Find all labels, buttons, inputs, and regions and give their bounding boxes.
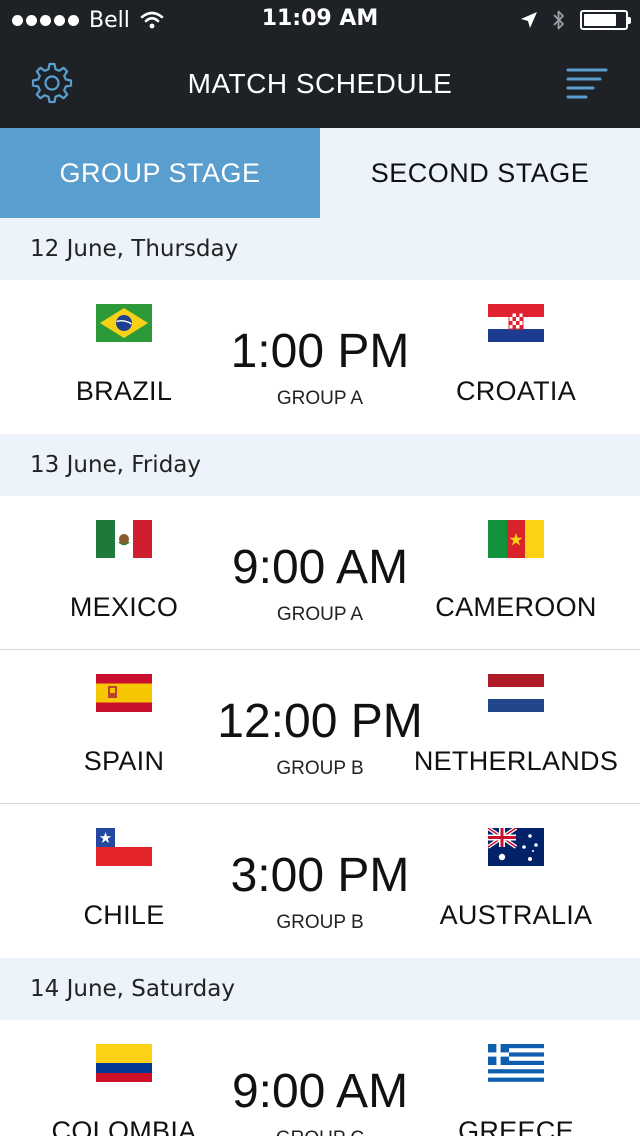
- match-row[interactable]: SPAIN 12:00 PM GROUP B NETHERLANDS: [0, 650, 640, 804]
- brazil-flag-icon: [96, 304, 152, 342]
- match-row[interactable]: COLOMBIA 9:00 AM GROUP C GREECE: [0, 1020, 640, 1136]
- mexico-flag-icon: [96, 520, 152, 558]
- match-list[interactable]: 12 June, Thursday BRAZIL 1:00 PM GROUP A: [0, 218, 640, 1136]
- australia-flag-icon: [488, 828, 544, 866]
- team-name: GREECE: [458, 1116, 574, 1136]
- tab-group-stage[interactable]: GROUP STAGE: [0, 128, 320, 218]
- chile-flag-icon: [96, 828, 152, 866]
- battery-level: [584, 14, 616, 26]
- status-bar: Bell 11:09 AM: [0, 0, 640, 40]
- away-team: CAMEROON: [406, 496, 626, 650]
- greece-flag-icon: [488, 1044, 544, 1082]
- croatia-flag-icon: [488, 304, 544, 342]
- colombia-flag-icon: [96, 1044, 152, 1082]
- battery-icon: [580, 10, 631, 30]
- stage-tabs: GROUP STAGE SECOND STAGE: [0, 128, 640, 218]
- team-name: CROATIA: [455, 376, 577, 406]
- netherlands-flag-icon: [488, 674, 544, 712]
- match-row[interactable]: MEXICO 9:00 AM GROUP A CAMEROON: [0, 496, 640, 650]
- away-team: NETHERLANDS: [406, 650, 626, 804]
- tab-second-stage[interactable]: SECOND STAGE: [320, 128, 640, 218]
- match-row[interactable]: BRAZIL 1:00 PM GROUP A CROATIA: [0, 280, 640, 434]
- match-row[interactable]: CHILE 3:00 PM GROUP B AUSTRALIA: [0, 804, 640, 958]
- date-header: 13 June, Friday: [0, 434, 640, 496]
- nav-bar: MATCH SCHEDULE: [0, 40, 640, 128]
- away-team: AUSTRALIA: [406, 804, 626, 958]
- team-name: NETHERLANDS: [413, 746, 619, 776]
- status-right: [520, 8, 631, 32]
- cameroon-flag-icon: [488, 520, 544, 558]
- away-team: GREECE: [406, 1020, 626, 1136]
- away-team: CROATIA: [406, 280, 626, 434]
- team-name: AUSTRALIA: [439, 900, 593, 930]
- menu-icon[interactable]: [566, 66, 608, 100]
- page-title: MATCH SCHEDULE: [187, 68, 453, 99]
- date-header: 12 June, Thursday: [0, 218, 640, 280]
- date-header: 14 June, Saturday: [0, 958, 640, 1020]
- location-arrow-icon: [521, 12, 537, 28]
- bluetooth-icon: [553, 10, 564, 30]
- team-name: CAMEROON: [435, 592, 597, 622]
- spain-flag-icon: [96, 674, 152, 712]
